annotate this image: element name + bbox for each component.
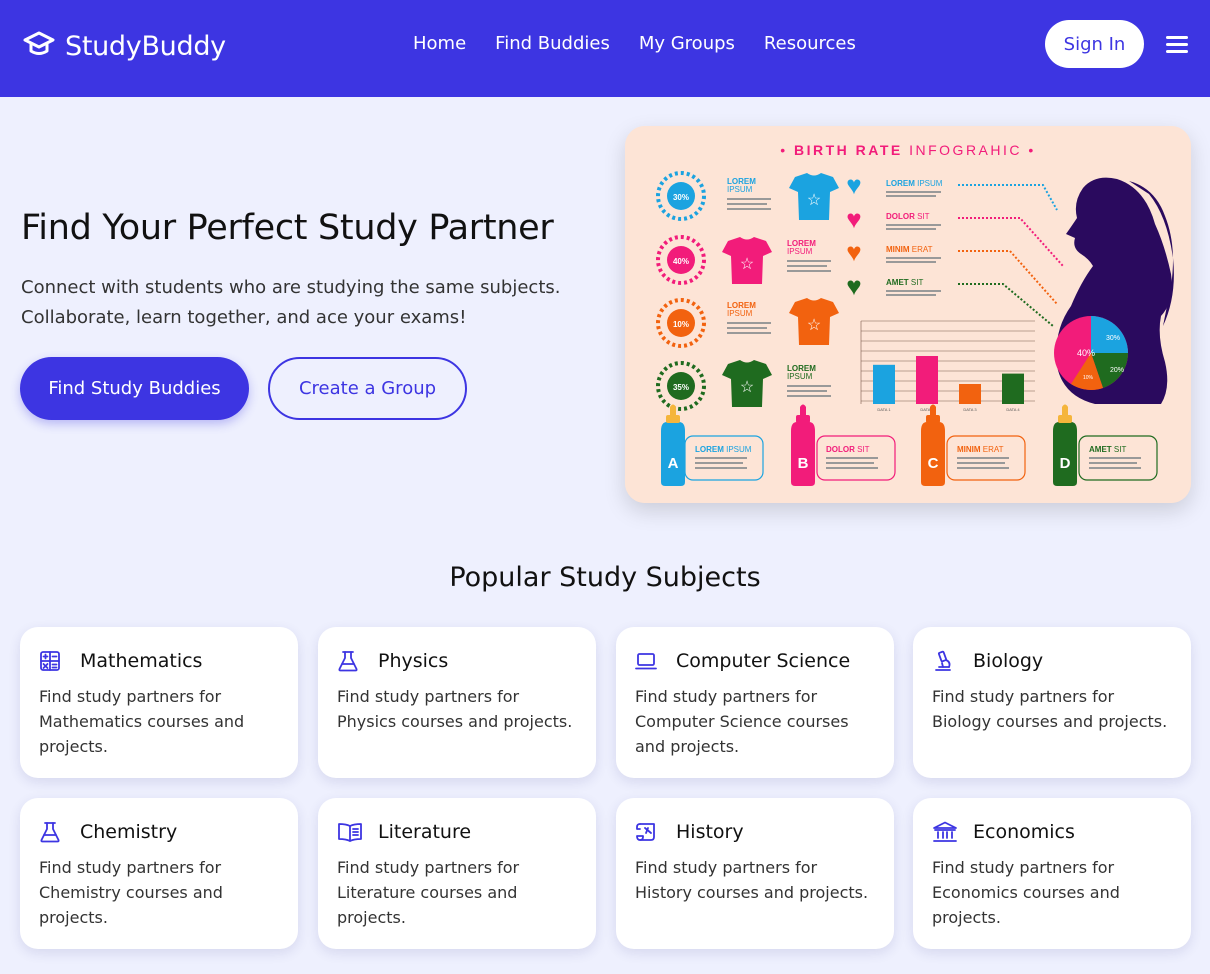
svg-text:☆: ☆ [807, 317, 821, 334]
bar-label: DATA 1 [877, 407, 891, 412]
infographic-bar [1002, 373, 1024, 404]
subject-title: Chemistry [80, 821, 178, 843]
svg-text:IPSUM: IPSUM [727, 309, 753, 318]
subject-description: Find study partners for Physics courses … [337, 687, 573, 731]
svg-text:☆: ☆ [740, 256, 754, 273]
flask-icon [39, 821, 61, 843]
svg-text:♥: ♥ [846, 204, 861, 234]
svg-text:C: C [928, 455, 939, 472]
nav-link-find-buddies[interactable]: Find Buddies [495, 33, 610, 54]
subject-title: Physics [378, 650, 449, 672]
svg-text:35%: 35% [673, 383, 689, 392]
pie-label: 30% [1106, 335, 1120, 342]
svg-text:IPSUM: IPSUM [787, 372, 813, 381]
sign-in-button[interactable]: Sign In [1045, 20, 1144, 68]
laptop-icon [635, 650, 657, 672]
subject-description: Find study partners for History courses … [635, 858, 869, 902]
pie-label: 20% [1110, 367, 1124, 374]
pie-label: 40% [1077, 348, 1095, 358]
subject-title: Economics [973, 821, 1075, 843]
top-navbar: StudyBuddy Home Find Buddies My Groups R… [0, 0, 1210, 97]
svg-text:LOREM IPSUM: LOREM IPSUM [886, 179, 943, 188]
svg-text:MINIM ERAT: MINIM ERAT [957, 445, 1004, 454]
infographic-bar [916, 356, 938, 404]
subjects-section-title: Popular Study Subjects [449, 562, 761, 593]
svg-text:10%: 10% [673, 320, 689, 329]
nav-link-resources[interactable]: Resources [764, 33, 856, 54]
subject-description: Find study partners for Computer Science… [635, 687, 849, 756]
infographic-bar [959, 384, 981, 404]
create-group-button[interactable]: Create a Group [268, 357, 467, 420]
subject-card-computer-science[interactable]: Computer Science Find study partners for… [616, 627, 894, 778]
svg-text:A: A [668, 455, 679, 472]
hamburger-menu-icon[interactable] [1166, 36, 1188, 54]
svg-text:40%: 40% [673, 257, 689, 266]
brand-logo[interactable]: StudyBuddy [22, 27, 226, 65]
svg-text:D: D [1060, 455, 1071, 472]
hero-subtitle: Connect with students who are studying t… [21, 277, 561, 328]
subject-description: Find study partners for Chemistry course… [39, 858, 223, 927]
subject-description: Find study partners for Economics course… [932, 858, 1120, 927]
brand-name: StudyBuddy [65, 30, 226, 62]
graduation-cap-icon [22, 27, 56, 65]
subject-title: Biology [973, 650, 1044, 672]
subject-title: Computer Science [676, 650, 851, 672]
svg-text:♥: ♥ [846, 237, 861, 267]
bar-label: DATA 4 [1006, 407, 1020, 412]
svg-text:30%: 30% [673, 193, 689, 202]
subject-card-economics[interactable]: Economics Find study partners for Econom… [913, 798, 1191, 949]
bank-icon [932, 821, 958, 843]
calculator-icon [39, 650, 61, 672]
svg-text:IPSUM: IPSUM [727, 185, 753, 194]
svg-text:AMET SIT: AMET SIT [886, 278, 923, 287]
infographic-bar [873, 364, 895, 404]
bar-label: DATA 3 [963, 407, 977, 412]
subject-title: Mathematics [80, 650, 203, 672]
nav-link-home[interactable]: Home [413, 33, 466, 54]
subject-title: Literature [378, 821, 472, 843]
svg-text:LOREM IPSUM: LOREM IPSUM [695, 445, 752, 454]
subject-card-biology[interactable]: Biology Find study partners for Biology … [913, 627, 1191, 778]
svg-text:AMET SIT: AMET SIT [1089, 445, 1126, 454]
pie-label: 10% [1083, 375, 1094, 381]
subject-description: Find study partners for Mathematics cour… [39, 687, 245, 756]
svg-text:♥: ♥ [846, 170, 861, 200]
svg-text:♥: ♥ [846, 271, 861, 301]
subject-card-mathematics[interactable]: Mathematics Find study partners for Math… [20, 627, 298, 778]
subject-description: Find study partners for Literature cours… [337, 858, 520, 927]
subject-card-history[interactable]: History Find study partners for History … [616, 798, 894, 949]
subject-card-literature[interactable]: Literature Find study partners for Liter… [318, 798, 596, 949]
nav-link-my-groups[interactable]: My Groups [639, 33, 735, 54]
scroll-icon [635, 821, 657, 843]
hero-infographic-image: • BIRTH RATE INFOGRAHIC • 30% 40% 10% 35… [625, 126, 1191, 503]
svg-text:☆: ☆ [740, 379, 754, 396]
microscope-icon [932, 650, 954, 672]
svg-text:DOLOR SIT: DOLOR SIT [886, 212, 930, 221]
svg-text:DOLOR SIT: DOLOR SIT [826, 445, 870, 454]
svg-text:MINIM ERAT: MINIM ERAT [886, 245, 933, 254]
svg-text:☆: ☆ [807, 192, 821, 209]
main-nav: Home Find Buddies My Groups Resources [413, 33, 885, 54]
svg-text:IPSUM: IPSUM [787, 247, 813, 256]
find-study-buddies-button[interactable]: Find Study Buddies [20, 357, 249, 420]
subject-card-chemistry[interactable]: Chemistry Find study partners for Chemis… [20, 798, 298, 949]
subject-description: Find study partners for Biology courses … [932, 687, 1168, 731]
subject-title: History [676, 821, 744, 843]
hero-title: Find Your Perfect Study Partner [21, 208, 554, 248]
infographic-title: • BIRTH RATE INFOGRAHIC • [780, 142, 1036, 158]
subject-card-physics[interactable]: Physics Find study partners for Physics … [318, 627, 596, 778]
book-icon [337, 821, 363, 843]
flask-icon [337, 650, 359, 672]
svg-text:B: B [798, 455, 809, 472]
